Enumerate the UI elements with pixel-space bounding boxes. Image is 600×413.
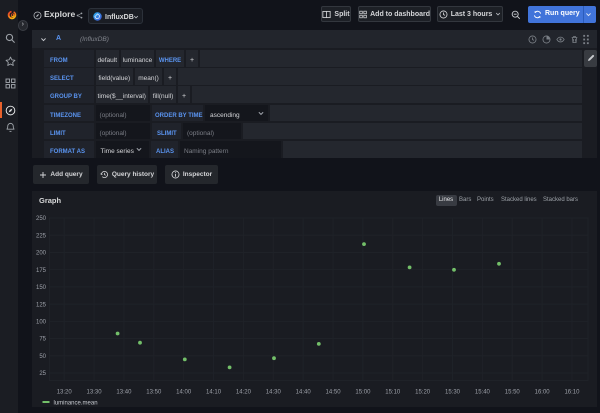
svg-text:13:20: 13:20 (57, 390, 73, 396)
svg-text:15:30: 15:30 (445, 390, 461, 396)
svg-text:15:00: 15:00 (355, 390, 371, 396)
svg-text:13:30: 13:30 (87, 390, 103, 396)
svg-text:50: 50 (39, 354, 46, 360)
svg-text:150: 150 (36, 285, 47, 291)
svg-text:15:50: 15:50 (505, 390, 521, 396)
svg-text:13:40: 13:40 (116, 390, 132, 396)
svg-text:125: 125 (36, 302, 47, 308)
svg-text:luminance.mean: luminance.mean (54, 401, 98, 407)
svg-text:14:40: 14:40 (296, 390, 312, 396)
svg-text:25: 25 (39, 371, 46, 377)
svg-text:15:20: 15:20 (415, 390, 431, 396)
svg-text:250: 250 (36, 216, 47, 222)
svg-text:14:50: 14:50 (326, 390, 342, 396)
svg-text:14:00: 14:00 (176, 390, 192, 396)
svg-text:16:00: 16:00 (535, 390, 551, 396)
svg-text:15:40: 15:40 (475, 390, 491, 396)
svg-text:14:10: 14:10 (206, 390, 222, 396)
svg-text:15:10: 15:10 (385, 390, 401, 396)
svg-text:100: 100 (36, 320, 47, 326)
svg-text:13:50: 13:50 (146, 390, 162, 396)
svg-text:75: 75 (39, 337, 46, 343)
svg-text:200: 200 (36, 251, 47, 257)
svg-text:225: 225 (36, 233, 47, 239)
svg-text:14:20: 14:20 (236, 390, 252, 396)
svg-text:14:30: 14:30 (266, 390, 282, 396)
svg-text:175: 175 (36, 268, 47, 274)
svg-text:16:10: 16:10 (564, 390, 580, 396)
